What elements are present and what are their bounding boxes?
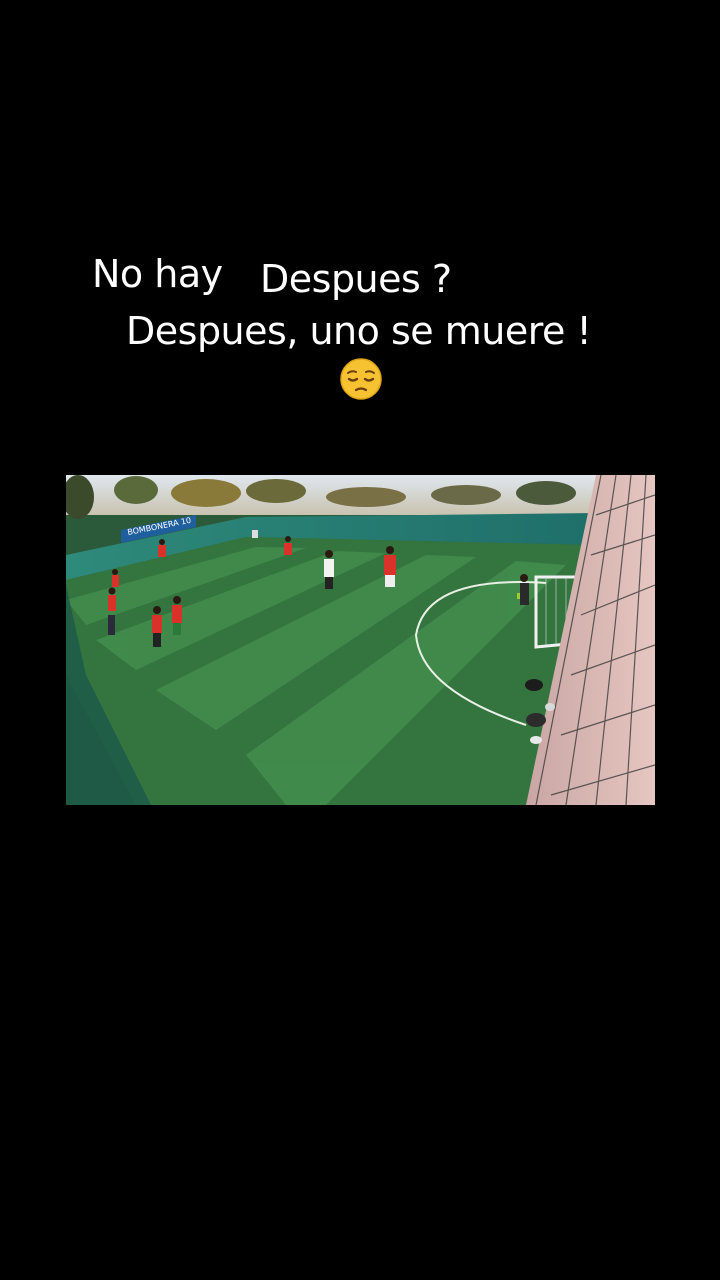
pensive-face-icon bbox=[339, 357, 383, 401]
caption-despues-question: Despues ? bbox=[260, 257, 452, 301]
player-red bbox=[108, 587, 116, 611]
player-dark bbox=[108, 615, 115, 635]
football-pitch-scene: BOMBONERA 10 bbox=[66, 475, 655, 805]
video-frame: BOMBONERA 10 bbox=[66, 475, 655, 805]
player-small bbox=[252, 530, 258, 538]
caption-no-hay: No hay bbox=[92, 252, 223, 296]
caption-despues-uno-se-muere: Despues, uno se muere ! bbox=[126, 309, 592, 353]
player-red bbox=[112, 569, 119, 587]
player-white bbox=[324, 550, 334, 589]
player-red bbox=[284, 536, 292, 555]
player-red bbox=[172, 596, 182, 635]
player-red bbox=[158, 539, 166, 557]
